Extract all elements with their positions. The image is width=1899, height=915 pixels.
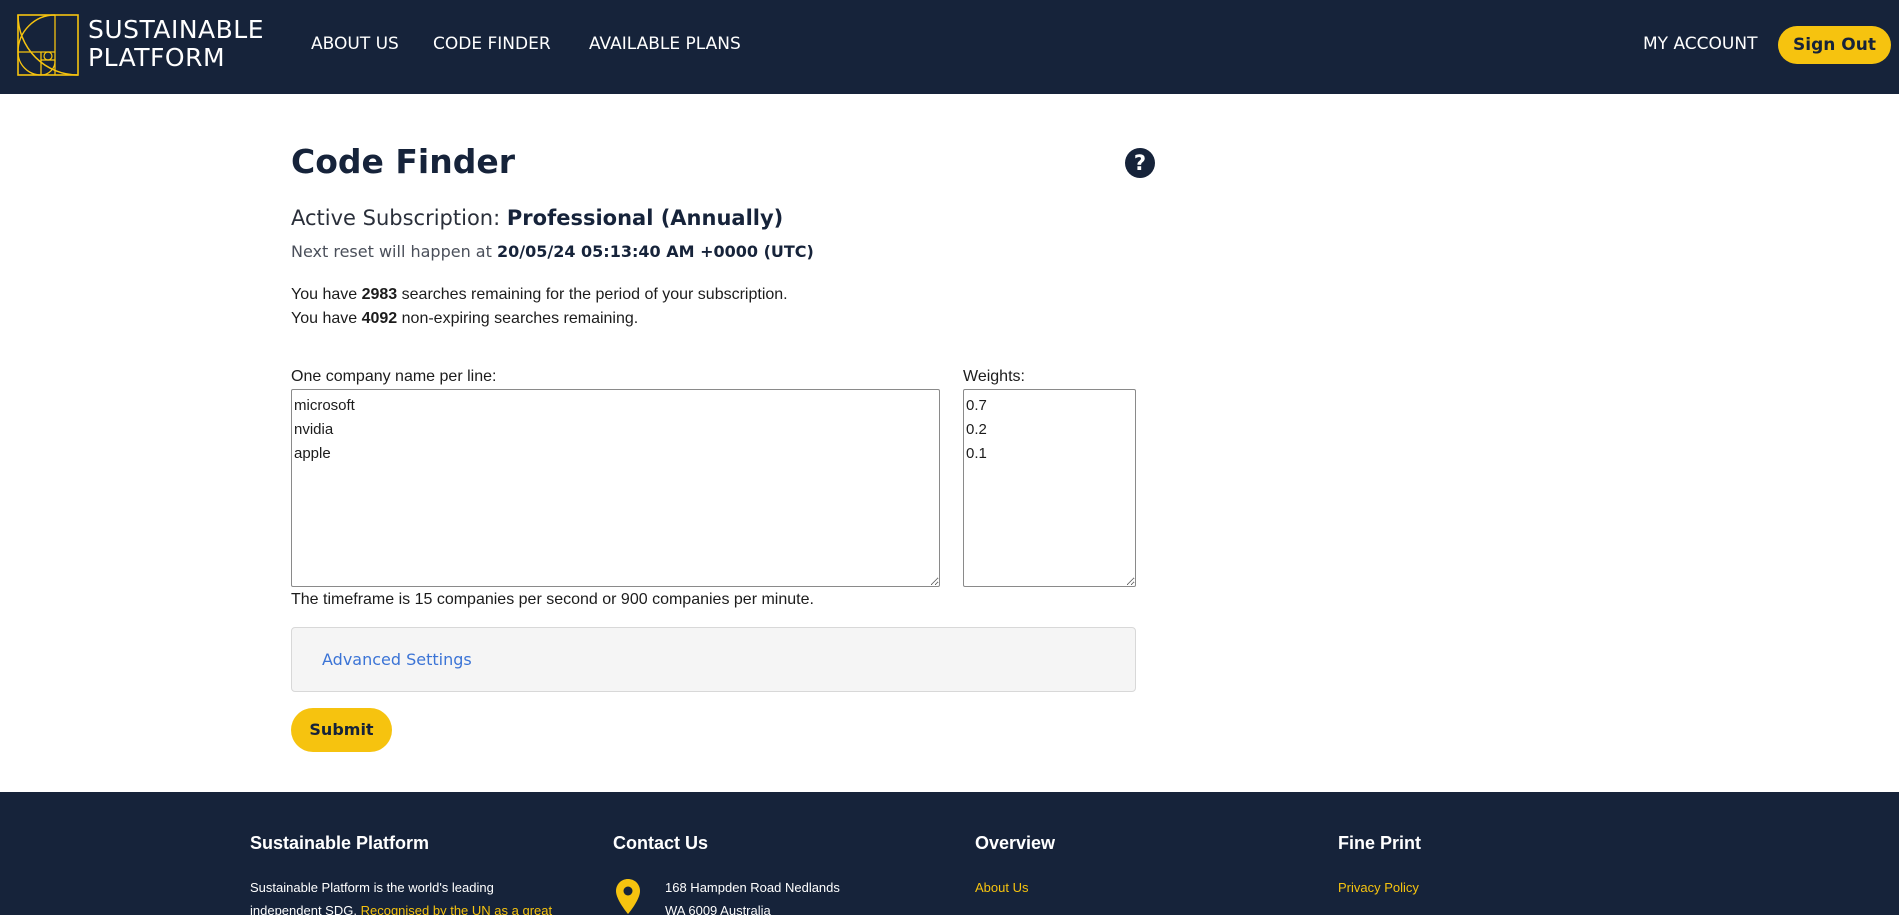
- remaining2-prefix: You have: [291, 310, 358, 327]
- advanced-settings-toggle[interactable]: Advanced Settings: [322, 650, 472, 670]
- footer-col1-title: Sustainable Platform: [250, 833, 430, 853]
- footer-address-line2: WA 6009 Australia: [665, 903, 771, 915]
- footer-col2-title: Contact Us: [613, 833, 709, 853]
- footer-col4-title: Fine Print: [1338, 833, 1422, 853]
- next-reset: Next reset will happen at 20/05/24 05:13…: [291, 241, 814, 263]
- footer-about-us-link[interactable]: About Us: [975, 878, 1028, 898]
- advanced-settings-panel[interactable]: Advanced Settings: [291, 627, 1136, 692]
- footer-address-line1: 168 Hampden Road Nedlands: [665, 880, 840, 895]
- reset-value: 20/05/24 05:13:40 AM +0000 (UTC): [496, 242, 814, 261]
- remaining2-suffix: non-expiring searches remaining.: [401, 310, 639, 327]
- timeframe-note: The timeframe is 15 companies per second…: [291, 591, 814, 608]
- weights-textarea[interactable]: [963, 389, 1136, 587]
- nav-my-account[interactable]: MY ACCOUNT: [1643, 33, 1757, 55]
- sign-out-button[interactable]: Sign Out: [1778, 26, 1891, 64]
- footer-col3-title: Overview: [975, 833, 1056, 853]
- brand-line-2: PLATFORM: [88, 43, 226, 72]
- submit-button[interactable]: Submit: [291, 708, 392, 752]
- subscription-value: Professional (Annually): [506, 206, 784, 230]
- subscription-label: Active Subscription:: [291, 206, 501, 230]
- reset-label: Next reset will happen at: [291, 242, 492, 261]
- help-icon[interactable]: ?: [1125, 148, 1155, 178]
- footer-recognised-link[interactable]: Recognised by the UN as a great: [361, 903, 553, 915]
- remaining2-count: 4092: [361, 310, 398, 327]
- footer-about-text-2a: independent SDG.: [250, 903, 357, 915]
- remaining1-suffix: searches remaining for the period of you…: [401, 286, 788, 303]
- nav-available-plans[interactable]: AVAILABLE PLANS: [589, 33, 741, 55]
- companies-label: One company name per line:: [291, 368, 497, 385]
- brand-line-1: SUSTAINABLE: [88, 15, 265, 44]
- companies-textarea[interactable]: [291, 389, 940, 587]
- location-pin-icon: [616, 879, 640, 914]
- nav-about-us[interactable]: ABOUT US: [311, 33, 399, 55]
- remaining-searches-nonexpiring: You have 4092 non-expiring searches rema…: [291, 309, 638, 329]
- brand-wordmark[interactable]: SUSTAINABLE PLATFORM: [88, 16, 264, 72]
- nav-code-finder[interactable]: CODE FINDER: [433, 33, 551, 55]
- top-navbar: SUSTAINABLE PLATFORM ABOUT US CODE FINDE…: [0, 0, 1899, 94]
- footer-about-text: Sustainable Platform is the world's lead…: [250, 880, 494, 895]
- active-subscription: Active Subscription: Professional (Annua…: [291, 205, 783, 231]
- footer-privacy-policy-link[interactable]: Privacy Policy: [1338, 878, 1419, 898]
- remaining1-prefix: You have: [291, 286, 358, 303]
- remaining-searches-period: You have 2983 searches remaining for the…: [291, 285, 788, 305]
- weights-label: Weights:: [963, 368, 1025, 385]
- page-title: Code Finder: [291, 142, 516, 181]
- remaining1-count: 2983: [361, 286, 398, 303]
- golden-spiral-logo-icon[interactable]: [17, 14, 79, 76]
- footer-about-text-2: independent SDG. Recognised by the UN as…: [250, 899, 552, 915]
